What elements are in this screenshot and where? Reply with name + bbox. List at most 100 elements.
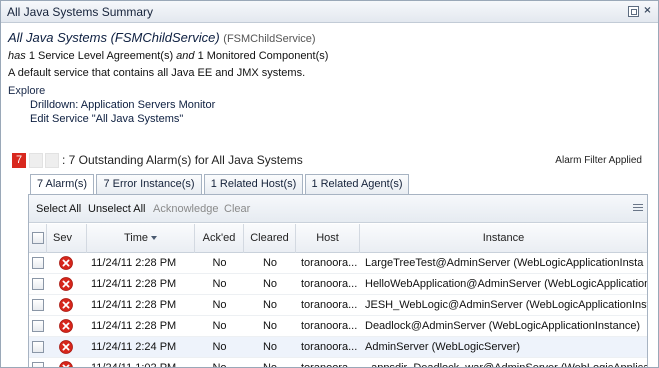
critical-x-icon <box>59 319 73 333</box>
row-cleared: No <box>262 320 278 332</box>
table-row[interactable]: 11/24/11 2:24 PM No No toranoora... AdminSer… <box>29 337 647 358</box>
warning-count-box[interactable] <box>29 153 43 168</box>
header-acked-label: Ack'ed <box>202 232 236 244</box>
alarm-count-badge[interactable]: 7 <box>12 153 26 168</box>
row-host: toranoora... <box>301 362 358 368</box>
header-sev[interactable]: Sev <box>47 224 87 253</box>
counts-conjunction: and <box>176 50 195 62</box>
row-instance: AdminServer (WebLogicServer) <box>365 341 521 353</box>
row-instance: Deadlock@AdminServer (WebLogicApplicatio… <box>365 320 641 332</box>
service-description: A default service that contains all Java… <box>8 67 306 79</box>
header-time[interactable]: Time <box>87 224 195 253</box>
alarm-filter-status[interactable]: Alarm Filter Applied <box>555 155 642 166</box>
row-checkbox[interactable] <box>32 320 44 332</box>
critical-x-icon <box>59 361 73 367</box>
critical-x-icon <box>59 298 73 312</box>
row-host: toranoora... <box>301 257 358 269</box>
sla-count: 1 Service Level Agreement(s) <box>28 50 174 62</box>
row-cleared: No <box>262 341 278 353</box>
table-row[interactable]: 11/24/11 2:28 PM No No toranoora... HelloWeb… <box>29 274 647 295</box>
row-instance: HelloWebApplication@AdminServer (WebLogi… <box>365 278 647 290</box>
header-time-label: Time <box>123 232 149 244</box>
service-header: All Java Systems (FSMChildService) (FSMC… <box>8 30 648 125</box>
header-select-cell <box>29 224 47 253</box>
header-host-label: Host <box>316 232 339 244</box>
row-checkbox[interactable] <box>32 362 44 367</box>
row-time: 11/24/11 2:28 PM <box>91 320 177 332</box>
close-icon[interactable]: × <box>642 6 653 17</box>
explore-section: Explore Drilldown: Application Servers M… <box>8 85 648 125</box>
select-all-button[interactable]: Select All <box>36 203 81 215</box>
counts-prefix: has <box>8 50 26 62</box>
row-acked: No <box>212 299 227 311</box>
critical-x-icon <box>59 340 73 354</box>
row-instance: _appsdir_Deadlock_war@AdminServer (WebLo… <box>365 362 647 368</box>
row-time: 11/24/11 2:28 PM <box>91 257 177 269</box>
row-host: toranoora... <box>301 299 358 311</box>
table-row[interactable]: 11/24/11 2:28 PM No No toranoora... JESH_Web… <box>29 295 647 316</box>
row-host: toranoora... <box>301 341 358 353</box>
sort-descending-icon <box>151 236 158 241</box>
row-acked: No <box>212 278 227 290</box>
row-checkbox[interactable] <box>32 278 44 290</box>
row-checkbox[interactable] <box>32 341 44 353</box>
row-cleared: No <box>262 362 278 368</box>
unselect-all-button[interactable]: Unselect All <box>88 203 145 215</box>
header-checkbox[interactable] <box>32 232 44 244</box>
header-instance[interactable]: Instance <box>360 224 647 253</box>
service-name-detail: (FSMChildService) <box>110 30 220 45</box>
header-sev-label: Sev <box>53 232 72 244</box>
grid-rows: 11/24/11 2:28 PM No No toranoora... LargeTre… <box>29 253 647 368</box>
header-instance-label: Instance <box>482 232 525 244</box>
row-acked: No <box>212 257 227 269</box>
clear-button[interactable]: Clear <box>224 203 250 215</box>
row-instance: LargeTreeTest@AdminServer (WebLogicAppli… <box>365 257 644 269</box>
tab-alarms[interactable]: 7 Alarm(s) <box>30 174 94 195</box>
header-host[interactable]: Host <box>296 224 360 253</box>
row-cleared: No <box>262 257 278 269</box>
restore-icon[interactable] <box>628 6 639 17</box>
row-acked: No <box>212 320 227 332</box>
header-acked[interactable]: Ack'ed <box>195 224 244 253</box>
explore-label: Explore <box>8 85 46 97</box>
drilldown-link[interactable]: Drilldown: Application Servers Monitor <box>30 99 648 111</box>
table-row[interactable]: 11/24/11 2:28 PM No No toranoora... LargeTre… <box>29 253 647 274</box>
row-acked: No <box>212 362 227 368</box>
row-acked: No <box>212 341 227 353</box>
alarm-summary-bar: 7 : 7 Outstanding Alarm(s) for All Java … <box>12 152 646 170</box>
header-cleared[interactable]: Cleared <box>244 224 296 253</box>
alarm-grid: Select All Unselect All Acknowledge Clea… <box>28 194 648 368</box>
component-count: 1 Monitored Component(s) <box>197 50 329 62</box>
window-titlebar: All Java Systems Summary × <box>1 1 658 23</box>
row-cleared: No <box>262 278 278 290</box>
table-row[interactable]: 11/24/11 1:02 PM No No toranoora... _appsdir… <box>29 358 647 368</box>
row-checkbox[interactable] <box>32 257 44 269</box>
acknowledge-button[interactable]: Acknowledge <box>153 203 218 215</box>
window-title: All Java Systems Summary <box>7 5 154 19</box>
row-severity <box>59 361 77 367</box>
edit-service-link[interactable]: Edit Service "All Java Systems" <box>30 113 648 125</box>
header-cleared-label: Cleared <box>250 232 289 244</box>
column-chooser-icon[interactable] <box>633 204 643 213</box>
critical-x-icon <box>59 277 73 291</box>
row-time: 11/24/11 2:28 PM <box>91 278 177 290</box>
row-host: toranoora... <box>301 278 358 290</box>
row-instance: JESH_WebLogic@AdminServer (WebLogicAppli… <box>365 299 647 311</box>
row-checkbox[interactable] <box>32 299 44 311</box>
row-time: 11/24/11 1:02 PM <box>91 362 177 368</box>
table-row[interactable]: 11/24/11 2:28 PM No No toranoora... Deadlock… <box>29 316 647 337</box>
tab-related-agents[interactable]: 1 Related Agent(s) <box>305 174 409 194</box>
row-host: toranoora... <box>301 320 358 332</box>
service-counts: has 1 Service Level Agreement(s) and 1 M… <box>8 50 648 62</box>
summary-window: All Java Systems Summary × All Java Syst… <box>0 0 659 368</box>
tab-related-hosts[interactable]: 1 Related Host(s) <box>204 174 303 194</box>
service-name-line: All Java Systems (FSMChildService) (FSMC… <box>8 30 648 46</box>
row-cleared: No <box>262 299 278 311</box>
info-count-box[interactable] <box>45 153 59 168</box>
critical-x-icon <box>59 256 73 270</box>
row-time: 11/24/11 2:24 PM <box>91 341 177 353</box>
grid-toolbar: Select All Unselect All Acknowledge Clea… <box>29 195 647 223</box>
tab-error-instances[interactable]: 7 Error Instance(s) <box>96 174 202 194</box>
alarm-title: : 7 Outstanding Alarm(s) for All Java Sy… <box>62 153 303 167</box>
grid-header: Sev Time Ack'ed Cleared Host Instance <box>29 224 647 253</box>
